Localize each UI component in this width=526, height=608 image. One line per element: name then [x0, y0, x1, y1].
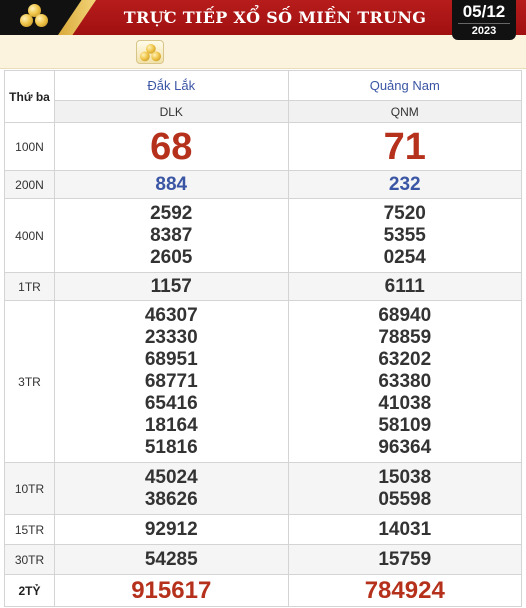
prize-cell: 232 — [287, 170, 522, 199]
prize-number: 8387 — [150, 224, 193, 246]
province-code-qnm: QNM — [287, 100, 522, 123]
prize-number: 63202 — [378, 348, 432, 370]
prize-number: 38626 — [144, 488, 198, 510]
prize-number: 71 — [383, 125, 426, 168]
province-code-dlk: DLK — [54, 100, 289, 123]
prize-number: 68 — [150, 125, 193, 168]
prize-row-400n: 400N 2592 8387 2605 7520 5355 0254 — [4, 198, 522, 273]
prize-label: 400N — [4, 198, 55, 273]
prize-number: 15759 — [378, 548, 432, 570]
prize-number: 51816 — [144, 436, 198, 458]
gold-coins-icon — [20, 4, 50, 30]
prize-label: 10TR — [4, 462, 55, 515]
prize-label: 200N — [4, 170, 55, 199]
date-day-month: 05/12 — [462, 2, 506, 21]
prize-cell: 68 — [54, 122, 289, 171]
prize-cell: 1157 — [54, 272, 289, 301]
prize-number: 46307 — [144, 304, 198, 326]
prize-label: 3TR — [4, 300, 55, 463]
prize-cell: 784924 — [287, 574, 522, 607]
prize-row-special: 2TỶ 915617 784924 — [4, 574, 522, 607]
prize-cell: 92912 — [54, 514, 289, 545]
prize-number: 15038 — [378, 466, 432, 488]
prize-label: 100N — [4, 122, 55, 171]
prize-label: 30TR — [4, 544, 55, 575]
prize-cell: 2592 8387 2605 — [54, 198, 289, 273]
page-title: TRỰC TIẾP XỔ SỐ MIỀN TRUNG — [123, 8, 427, 27]
prize-number: 78859 — [378, 326, 432, 348]
prize-label: 2TỶ — [4, 574, 55, 607]
prize-number: 68771 — [144, 370, 198, 392]
prize-number: 68940 — [378, 304, 432, 326]
prize-row-15tr: 15TR 92912 14031 — [4, 514, 522, 545]
prize-cell: 15759 — [287, 544, 522, 575]
prize-cell: 14031 — [287, 514, 522, 545]
prize-number: 915617 — [131, 576, 212, 604]
prize-row-1tr: 1TR 1157 6111 — [4, 272, 522, 301]
prize-number: 96364 — [378, 436, 432, 458]
prize-number: 14031 — [378, 518, 432, 540]
prize-number: 884 — [155, 173, 188, 195]
province-name-dlk[interactable]: Đắk Lắk — [54, 70, 289, 101]
date-year: 2023 — [458, 23, 510, 38]
prize-label: 15TR — [4, 514, 55, 545]
prize-number: 41038 — [378, 392, 432, 414]
prize-row-30tr: 30TR 54285 15759 — [4, 544, 522, 575]
results-table: Thứ ba Đắk Lắk Quảng Nam DLK QNM 100N 68… — [4, 70, 522, 607]
prize-cell: 6111 — [287, 272, 522, 301]
prize-number: 05598 — [378, 488, 432, 510]
coins-button[interactable] — [136, 40, 164, 64]
province-name-qnm[interactable]: Quảng Nam — [287, 70, 522, 101]
prize-number: 232 — [388, 173, 421, 195]
page-header: TRỰC TIẾP XỔ SỐ MIỀN TRUNG — [0, 0, 526, 35]
prize-cell: 46307 23330 68951 68771 65416 18164 5181… — [54, 300, 289, 463]
prize-row-10tr: 10TR 45024 38626 15038 05598 — [4, 462, 522, 515]
prize-number: 23330 — [144, 326, 198, 348]
prize-number: 0254 — [383, 246, 426, 268]
prize-number: 54285 — [144, 548, 198, 570]
prize-number: 2592 — [150, 202, 193, 224]
prize-number: 2605 — [150, 246, 193, 268]
prize-number: 68951 — [144, 348, 198, 370]
prize-number: 65416 — [144, 392, 198, 414]
prize-number: 1157 — [150, 275, 192, 297]
prize-number: 5355 — [383, 224, 426, 246]
prize-number: 7520 — [383, 202, 426, 224]
date-badge: 05/12 2023 — [452, 0, 516, 40]
prize-label: 1TR — [4, 272, 55, 301]
prize-number: 58109 — [378, 414, 432, 436]
prize-cell: 68940 78859 63202 63380 41038 58109 9636… — [287, 300, 522, 463]
day-label: Thứ ba — [4, 70, 55, 123]
prize-cell: 7520 5355 0254 — [287, 198, 522, 273]
prize-number: 6111 — [384, 275, 425, 297]
gold-coins-icon — [140, 44, 161, 62]
toolbar — [0, 35, 526, 69]
prize-cell: 71 — [287, 122, 522, 171]
prize-number: 45024 — [144, 466, 198, 488]
prize-cell: 915617 — [54, 574, 289, 607]
prize-number: 18164 — [144, 414, 198, 436]
prize-cell: 45024 38626 — [54, 462, 289, 515]
prize-row-100n: 100N 68 71 — [4, 122, 522, 171]
prize-number: 63380 — [378, 370, 432, 392]
prize-cell: 15038 05598 — [287, 462, 522, 515]
prize-cell: 54285 — [54, 544, 289, 575]
prize-row-200n: 200N 884 232 — [4, 170, 522, 199]
prize-cell: 884 — [54, 170, 289, 199]
prize-number: 784924 — [364, 576, 445, 604]
prize-row-3tr: 3TR 46307 23330 68951 68771 65416 18164 … — [4, 300, 522, 463]
prize-number: 92912 — [144, 518, 198, 540]
